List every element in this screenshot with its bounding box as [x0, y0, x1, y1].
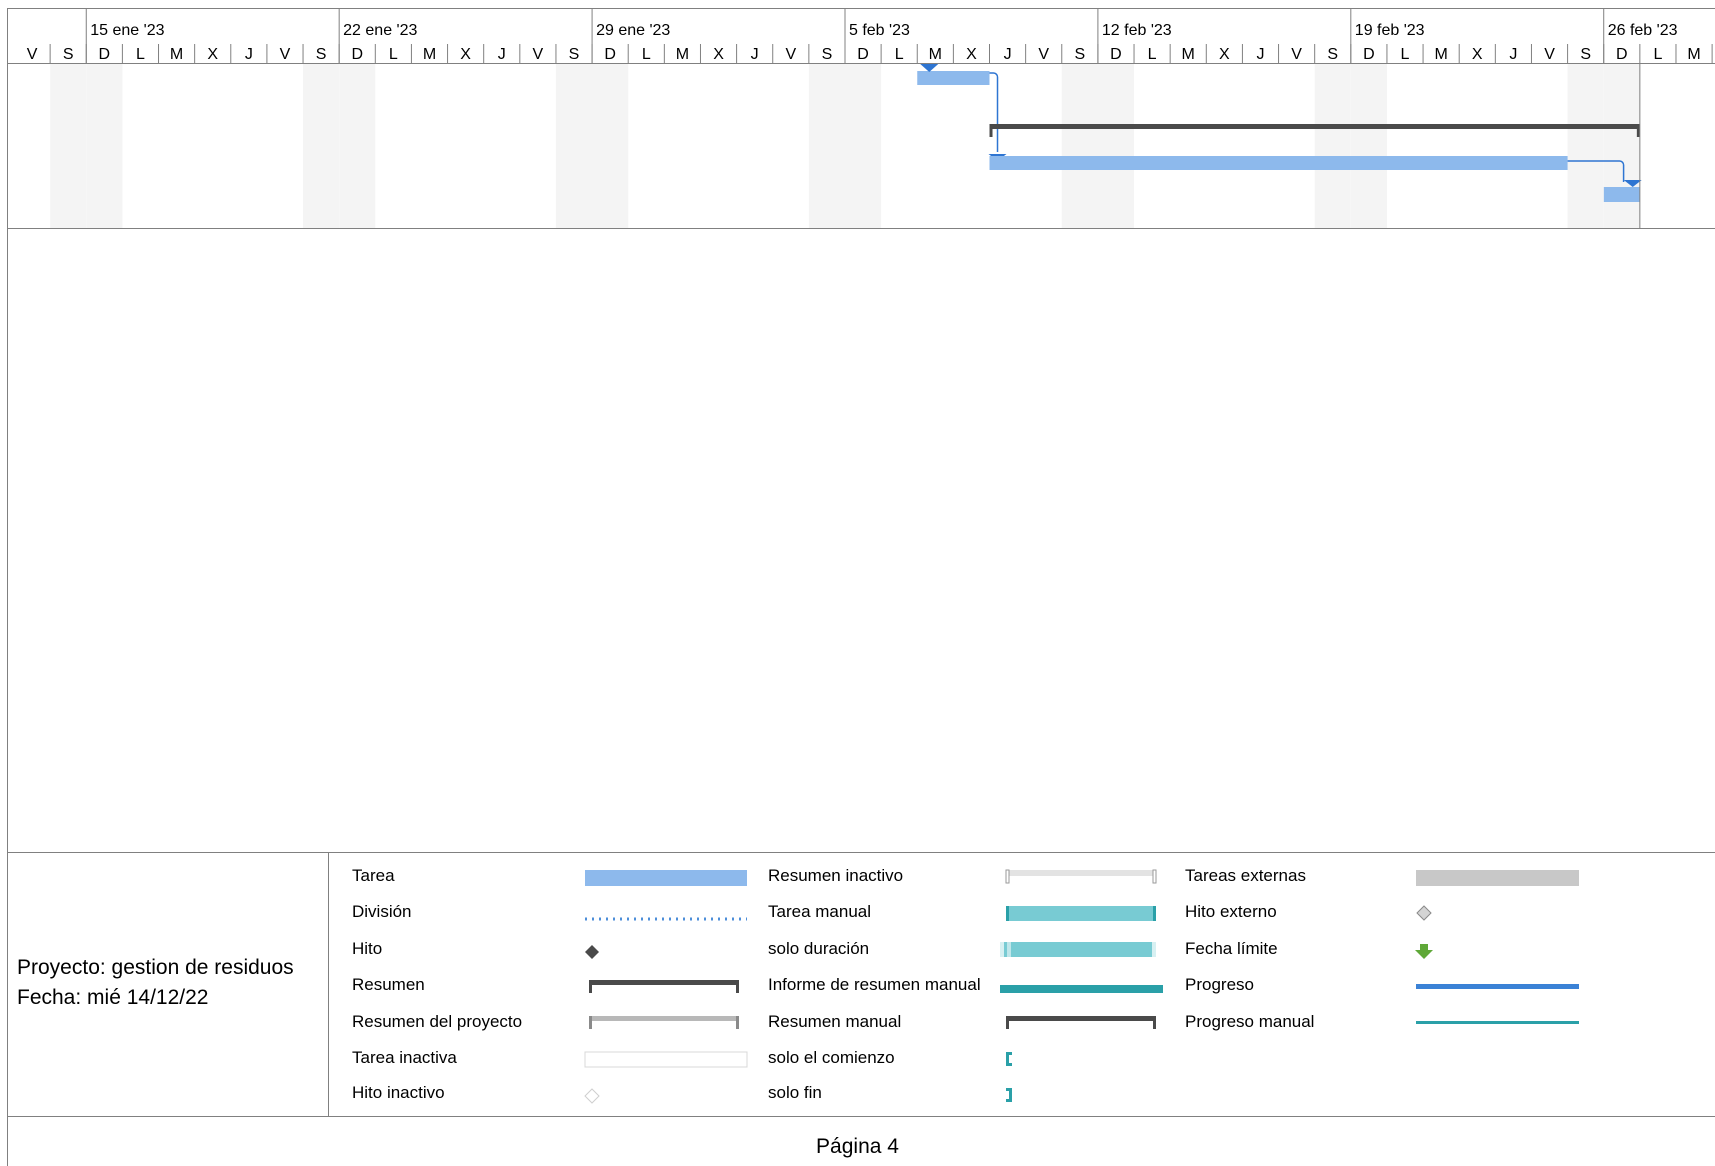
legend-inactive-task-bar: [584, 1051, 748, 1068]
legend-deadline-arrow: [1415, 944, 1433, 959]
legend-symbols: [584, 869, 1579, 1104]
page-number: Página 4: [816, 1135, 899, 1158]
legend-start-only-bracket: [1006, 1052, 1012, 1066]
legend-manual-summary-rollup-bar: [1000, 985, 1163, 993]
legend-manual-progress-line: [1416, 1021, 1579, 1024]
legend-finish-only-bracket: [1006, 1088, 1012, 1102]
legend-summary-bar: [589, 980, 739, 993]
legend-inactive-milestone: [584, 1088, 600, 1104]
legend-external-task-bar: [1416, 870, 1579, 886]
legend-manual-task-bar: [1006, 906, 1156, 921]
legend-milestone-diamond: [585, 945, 599, 959]
legend-manual-summary-bar: [1006, 1016, 1156, 1029]
legend-task-bar: [585, 870, 747, 886]
legend-project-summary-bar: [589, 1016, 739, 1029]
legend-duration-only-bar: [1000, 942, 1156, 957]
legend-progress-line: [1416, 984, 1579, 989]
legend-inactive-summary-bar: [1005, 869, 1157, 884]
legend-external-milestone: [1416, 905, 1432, 921]
